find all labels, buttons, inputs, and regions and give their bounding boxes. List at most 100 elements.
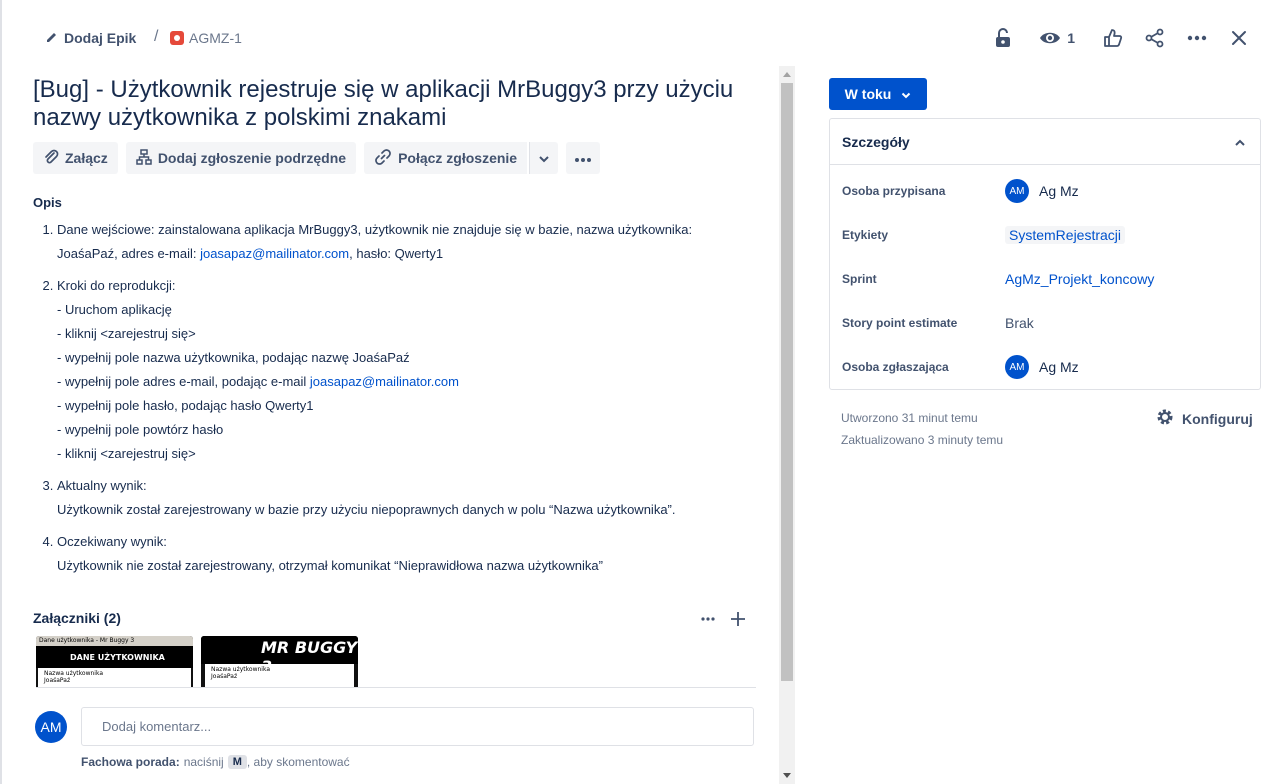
assignee-value[interactable]: AM Ag Mz (1005, 179, 1079, 203)
more-actions-button[interactable] (1183, 24, 1211, 52)
step: - kliknij <zarejestruj się> (57, 326, 196, 341)
unlock-icon (994, 28, 1012, 48)
configure-button[interactable]: Konfiguruj (1156, 408, 1253, 429)
steps-heading: Kroki do reprodukcji: (57, 278, 176, 293)
scroll-down-arrow[interactable] (783, 773, 791, 778)
expected-heading: Oczekiwany wynik: (57, 534, 167, 549)
scrollbar[interactable] (779, 66, 795, 784)
reporter-value[interactable]: AM Ag Mz (1005, 355, 1079, 379)
description-item-actual: Aktualny wynik: Użytkownik został zareje… (57, 474, 753, 522)
reporter-row: Osoba zgłaszająca AM Ag Mz (842, 352, 1252, 382)
thumbnail-field-value: JoaśaPaź (44, 677, 71, 684)
created-timestamp: Utworzono 31 minut temu (841, 411, 978, 425)
email-link[interactable]: joasapaz@mailinator.com (200, 246, 349, 261)
close-icon (1231, 30, 1247, 46)
avatar: AM (35, 711, 67, 743)
assignee-name: Ag Mz (1039, 183, 1079, 199)
story-points-text: Brak (1005, 315, 1034, 331)
story-points-value[interactable]: Brak (1005, 315, 1034, 331)
header-actions: 1 (977, 24, 1253, 52)
label-tag[interactable]: SystemRejestracji (1005, 226, 1126, 244)
thumbnail-heading: DANE UŻYTKOWNIKA (36, 646, 193, 668)
issue-key-link[interactable]: AGMZ-1 (170, 28, 242, 48)
link-icon (374, 148, 392, 169)
share-button[interactable] (1141, 24, 1169, 52)
assignee-label: Osoba przypisana (842, 184, 946, 198)
step: - Uruchom aplikację (57, 302, 172, 317)
eye-icon (1039, 30, 1061, 46)
attach-button[interactable]: Załącz (33, 142, 118, 174)
avatar: AM (1005, 355, 1029, 379)
link-issue-dropdown[interactable] (529, 142, 559, 174)
email-link[interactable]: joasapaz@mailinator.com (310, 374, 459, 389)
attach-label: Załącz (65, 150, 108, 166)
paperclip-icon (43, 149, 59, 168)
issue-title[interactable]: [Bug] - Użytkownik rejestruje się w apli… (33, 76, 763, 132)
issue-header: Dodaj Epik / AGMZ-1 1 (0, 0, 1281, 76)
link-issue-split-button: Połącz zgłoszenie (364, 142, 559, 174)
attachments-more-button[interactable] (700, 608, 716, 631)
step: - wypełnij pole hasło, podając hasło Qwe… (57, 398, 314, 413)
add-epic-label: Dodaj Epik (64, 30, 137, 46)
configure-label: Konfiguruj (1182, 410, 1253, 427)
details-title: Szczegóły (842, 133, 910, 150)
description-item-expected: Oczekiwany wynik: Użytkownik nie został … (57, 530, 753, 578)
restrictions-button[interactable] (989, 24, 1017, 52)
more-icon (701, 617, 715, 621)
thumbnail-field-label: Nazwa użytkownika (44, 670, 104, 677)
details-panel: Szczegóły Osoba przypisana AM Ag Mz Etyk… (829, 118, 1261, 390)
input-text-3: , hasło: Qwerty1 (349, 246, 444, 261)
sprint-label: Sprint (842, 272, 877, 286)
thumbs-up-icon (1103, 28, 1123, 48)
tip-bold: Fachowa porada: (81, 755, 180, 769)
issue-key: AGMZ-1 (189, 30, 242, 46)
plus-icon (731, 612, 745, 626)
sprint-link[interactable]: AgMz_Projekt_koncowy (1005, 271, 1154, 287)
close-button[interactable] (1225, 24, 1253, 52)
description-body[interactable]: Dane wejściowe: zainstalowana aplikacja … (33, 218, 753, 586)
thumbnail-field-value: JoaśaPaź (211, 673, 238, 680)
story-points-row: Story point estimate Brak (842, 308, 1252, 338)
link-issue-button[interactable]: Połącz zgłoszenie (364, 142, 528, 174)
expected-text: Użytkownik nie został zarejestrowany, ot… (57, 558, 603, 573)
labels-value[interactable]: SystemRejestracji (1005, 226, 1126, 244)
description-item-steps: Kroki do reprodukcji: - Uruchom aplikacj… (57, 274, 753, 466)
step: - wypełnij pole nazwa użytkownika, podaj… (57, 350, 410, 365)
watch-count: 1 (1067, 30, 1075, 46)
attachment-thumbnails: Dane użytkownika - Mr Buggy 3 DANE UŻYTK… (36, 636, 756, 688)
thumbnail-field-label: Nazwa użytkownika (211, 666, 271, 673)
share-icon (1145, 28, 1165, 48)
assignee-row: Osoba przypisana AM Ag Mz (842, 176, 1252, 206)
watch-button[interactable]: 1 (1039, 24, 1075, 52)
labels-row: Etykiety SystemRejestracji (842, 220, 1252, 250)
scroll-up-arrow[interactable] (783, 72, 791, 77)
comment-tip: Fachowa porada: naciśnij M, aby skomento… (81, 755, 350, 769)
add-child-issue-label: Dodaj zgłoszenie podrzędne (157, 150, 347, 166)
shortcut-key: M (227, 755, 247, 769)
hierarchy-icon (136, 148, 152, 168)
chevron-up-icon (1234, 134, 1246, 150)
more-icon (1187, 35, 1207, 41)
attachment-thumbnail[interactable]: MR BUGGY 3 Nazwa użytkownika JoaśaPaź (201, 636, 358, 687)
link-issue-label: Połącz zgłoszenie (398, 150, 518, 166)
scroll-thumb[interactable] (781, 83, 793, 681)
add-epic-link[interactable]: Dodaj Epik (46, 28, 136, 48)
attachments-label: Załączniki (2) (33, 610, 121, 626)
pencil-icon (46, 30, 58, 46)
sprint-value[interactable]: AgMz_Projekt_koncowy (1005, 271, 1154, 287)
vote-button[interactable] (1099, 24, 1127, 52)
comment-input[interactable] (81, 707, 754, 746)
updated-timestamp: Zaktualizowano 3 minuty temu (841, 433, 1004, 447)
breadcrumb-separator: / (154, 28, 159, 45)
more-issue-actions-button[interactable] (566, 142, 601, 174)
details-header[interactable]: Szczegóły (830, 119, 1260, 165)
add-child-issue-button[interactable]: Dodaj zgłoszenie podrzędne (125, 142, 357, 174)
thumbnail-body: Nazwa użytkownika JoaśaPaź (205, 664, 354, 687)
attachment-thumbnail[interactable]: Dane użytkownika - Mr Buggy 3 DANE UŻYTK… (36, 636, 193, 687)
more-icon (574, 150, 592, 166)
story-points-label: Story point estimate (842, 316, 958, 330)
gear-icon (1156, 408, 1174, 429)
status-label: W toku (844, 86, 892, 102)
status-dropdown[interactable]: W toku (829, 78, 927, 110)
add-attachment-button[interactable] (730, 608, 746, 631)
